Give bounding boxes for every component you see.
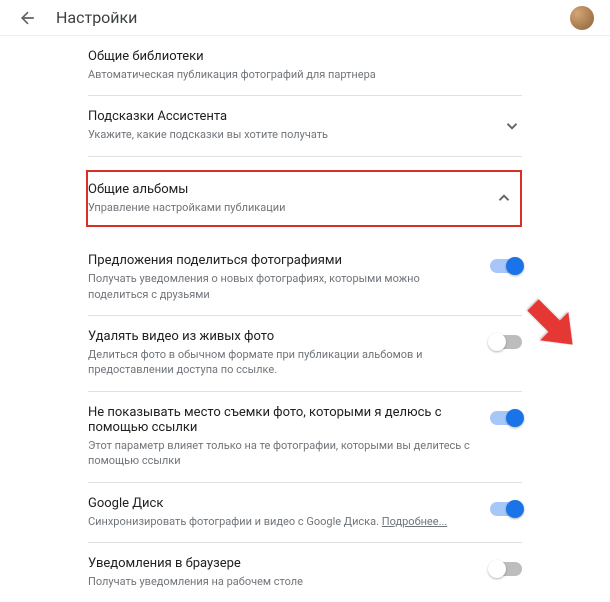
section-shared-libraries[interactable]: Общие библиотеки Автоматическая публикац… (88, 36, 522, 96)
page-title: Настройки (56, 8, 570, 27)
highlighted-section: Общие альбомы Управление настройками пуб… (86, 170, 522, 227)
setting-share-suggestions: Предложения поделиться фотографиями Полу… (88, 240, 522, 316)
toggle-google-drive[interactable] (490, 502, 522, 516)
toggle-browser-notifications[interactable] (490, 562, 522, 576)
avatar[interactable] (570, 6, 594, 30)
toggle-share-suggestions[interactable] (490, 259, 522, 273)
setting-desc: Делиться фото в обычном формате при публ… (88, 347, 470, 378)
setting-desc: Получать уведомления на рабочем столе (88, 574, 470, 589)
arrow-left-icon (18, 8, 38, 28)
setting-remove-live-video: Удалять видео из живых фото Делиться фот… (88, 316, 522, 392)
setting-google-drive: Google Диск Синхронизировать фотографии … (88, 483, 522, 543)
setting-hide-location: Не показывать место съемки фото, которым… (88, 392, 522, 483)
section-title: Общие библиотеки (88, 49, 522, 64)
setting-title: Удалять видео из живых фото (88, 329, 470, 344)
header: Настройки (0, 0, 610, 36)
back-button[interactable] (16, 6, 40, 30)
section-shared-albums[interactable]: Общие альбомы Управление настройками пуб… (88, 157, 522, 240)
chevron-up-icon (494, 188, 514, 208)
section-desc: Автоматическая публикация фотографий для… (88, 67, 522, 82)
settings-content: Общие библиотеки Автоматическая публикац… (0, 36, 610, 602)
setting-title: Предложения поделиться фотографиями (88, 253, 470, 268)
setting-title: Не показывать место съемки фото, которым… (88, 405, 470, 435)
section-desc: Укажите, какие подсказки вы хотите получ… (88, 127, 502, 142)
section-title: Подсказки Ассистента (88, 109, 502, 124)
setting-title: Уведомления в браузере (88, 556, 470, 571)
section-desc: Управление настройками публикации (88, 200, 494, 215)
section-assistant-hints[interactable]: Подсказки Ассистента Укажите, какие подс… (88, 96, 522, 156)
section-title: Общие альбомы (88, 182, 494, 197)
setting-title: Google Диск (88, 496, 470, 511)
toggle-hide-location[interactable] (490, 411, 522, 425)
setting-browser-notifications: Уведомления в браузере Получать уведомле… (88, 543, 522, 602)
setting-desc: Синхронизировать фотографии и видео с Go… (88, 514, 470, 529)
chevron-down-icon (502, 116, 522, 136)
setting-desc: Получать уведомления о новых фотографиях… (88, 271, 470, 302)
setting-desc: Этот параметр влияет только на те фотогр… (88, 438, 470, 469)
learn-more-link[interactable]: Подробнее... (382, 515, 448, 528)
toggle-remove-live-video[interactable] (490, 335, 522, 349)
